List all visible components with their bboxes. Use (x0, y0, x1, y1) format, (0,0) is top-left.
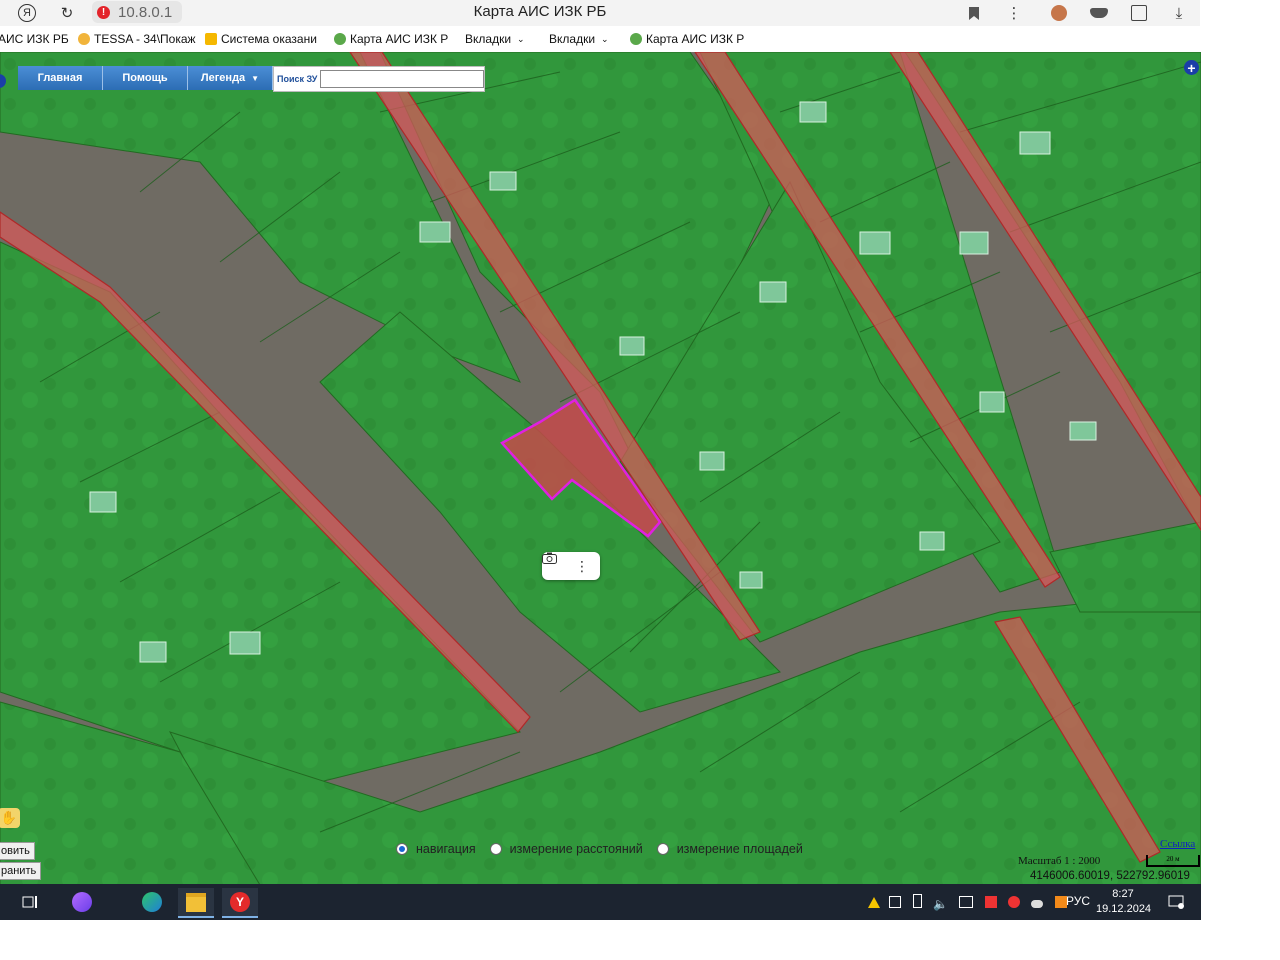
zoom-in-icon[interactable]: + (1184, 60, 1199, 76)
tray-app-red-icon[interactable] (984, 896, 997, 908)
scale-bar: 20 м (1146, 855, 1200, 867)
chevron-down-icon: ⌄ (517, 33, 525, 44)
tray-meet-icon[interactable] (889, 896, 902, 908)
main-menu-button[interactable]: Главная (18, 66, 103, 90)
download-icon[interactable]: ⤓ (1168, 2, 1190, 24)
dropdown-arrow-icon: ▼ (251, 73, 260, 83)
floating-tools: ⋮ (542, 552, 600, 580)
legend-menu-button[interactable]: Легенда ▼ (188, 66, 273, 90)
tray-yandex-icon[interactable] (1008, 896, 1021, 908)
bookmark-label: Карта АИС ИЗК Р (646, 32, 745, 46)
bookmarks-bar: АИС ИЗК РБ TESSA - 34\Покаж Система оказ… (0, 29, 760, 51)
tray-app-orange-icon[interactable] (1054, 896, 1067, 908)
bookmark-label: TESSA - 34\Покаж (94, 32, 196, 46)
bookmark-ais[interactable]: АИС ИЗК РБ (0, 32, 69, 46)
radio-distance[interactable] (489, 843, 502, 855)
search-label: Поиск ЗУ (277, 74, 318, 84)
bookmark-label: Вкладки (549, 32, 596, 46)
link-anchor[interactable]: Ссылка (1160, 838, 1195, 850)
bookmark-icon[interactable] (963, 2, 985, 24)
folder-yellow-icon (205, 33, 217, 45)
yandex-browser-icon[interactable]: Y (222, 888, 258, 918)
extension-avatar-icon[interactable] (1048, 2, 1070, 24)
bookmark-map-2[interactable]: Карта АИС ИЗК Р (630, 32, 744, 46)
edge-browser-icon[interactable] (134, 888, 170, 916)
chevron-down-icon: ⌄ (601, 33, 609, 44)
tray-network-icon[interactable] (959, 896, 974, 908)
bookmark-tabs-1[interactable]: Вкладки ⌄ (465, 32, 525, 46)
mode-distance[interactable]: измерение расстояний (489, 842, 643, 856)
map-leaf-icon (630, 33, 642, 45)
task-view-icon[interactable] (12, 888, 48, 916)
scale-bar-label: 20 м (1166, 855, 1180, 863)
parcel-search: Поиск ЗУ (273, 66, 486, 92)
map-toolbar: Главная Помощь Легенда ▼ Поиск ЗУ (18, 66, 486, 92)
file-explorer-icon[interactable] (178, 888, 214, 918)
tessa-icon (78, 33, 90, 45)
pan-hand-icon[interactable]: ✋ (0, 808, 20, 828)
mode-area[interactable]: измерение площадей (656, 842, 803, 856)
cursor-coordinates: 4146006.60019, 522792.96019 (1030, 870, 1190, 882)
more-options-icon[interactable]: ⋮ (575, 558, 589, 575)
tray-volume-icon[interactable]: 🔈 (933, 897, 948, 911)
update-button[interactable]: овить (0, 842, 35, 860)
bookmark-label: Карта АИС ИЗК Р (350, 32, 449, 46)
tray-warning-icon[interactable] (868, 897, 880, 908)
bookmark-map-1[interactable]: Карта АИС ИЗК Р (334, 32, 448, 46)
tray-icons: 🔈 (868, 894, 1077, 911)
mode-navigation[interactable]: навигация (396, 842, 476, 856)
warning-icon: ! (97, 5, 110, 19)
legend-label: Легенда (200, 72, 246, 84)
collections-icon[interactable] (1128, 2, 1150, 24)
scale-text: Масштаб 1 : 2000 (1018, 855, 1101, 867)
window-title: Карта АИС ИЗК РБ (473, 3, 607, 20)
help-menu-button[interactable]: Помощь (103, 66, 188, 90)
clock-date: 19.12.2024 (1096, 903, 1152, 915)
bookmark-label: Вкладки (465, 32, 512, 46)
mode-label: измерение расстояний (509, 842, 643, 856)
bookmark-system[interactable]: Система оказани (205, 32, 317, 46)
clock[interactable]: 8:27 19.12.2024 (1096, 887, 1152, 917)
bookmark-tessa[interactable]: TESSA - 34\Покаж (78, 32, 196, 46)
map-layer (0, 52, 1201, 885)
bookmark-label: Система оказани (221, 32, 317, 46)
radio-navigation[interactable] (396, 843, 408, 855)
alice-icon[interactable] (64, 888, 100, 916)
cadastral-map[interactable]: Главная Помощь Легенда ▼ Поиск ЗУ + ⋮ ✋ … (0, 52, 1201, 885)
search-input[interactable] (320, 70, 485, 88)
windows-taskbar: Y 🔈 РУС 8:27 19.12.2024 (0, 884, 1201, 920)
bookmark-tabs-2[interactable]: Вкладки ⌄ (549, 32, 609, 46)
map-leaf-icon (334, 33, 346, 45)
yandex-logo-icon[interactable]: Я (16, 2, 38, 24)
notifications-icon[interactable] (1158, 888, 1194, 916)
mode-label: навигация (416, 842, 476, 856)
tray-battery-icon[interactable] (912, 894, 922, 908)
url-text: 10.8.0.1 (118, 3, 173, 21)
mode-label: измерение площадей (676, 842, 803, 856)
save-button[interactable]: ранить (0, 862, 42, 880)
more-menu-icon[interactable]: ⋮ (1003, 2, 1025, 24)
browser-title-bar: Я ↻ ! 10.8.0.1 Карта АИС ИЗК РБ ⋮ ⤓ (0, 0, 1200, 26)
address-bar[interactable]: ! 10.8.0.1 (92, 1, 182, 23)
tray-cloud-icon[interactable] (1031, 900, 1044, 908)
radio-area[interactable] (656, 843, 669, 855)
clock-time: 8:27 (1112, 888, 1134, 900)
protect-icon[interactable] (1088, 2, 1110, 24)
map-mode-selector: навигация измерение расстояний измерение… (396, 842, 817, 856)
reload-icon[interactable]: ↻ (56, 2, 78, 24)
language-indicator[interactable]: РУС (1066, 894, 1090, 908)
bookmark-label: АИС ИЗК РБ (0, 32, 69, 46)
